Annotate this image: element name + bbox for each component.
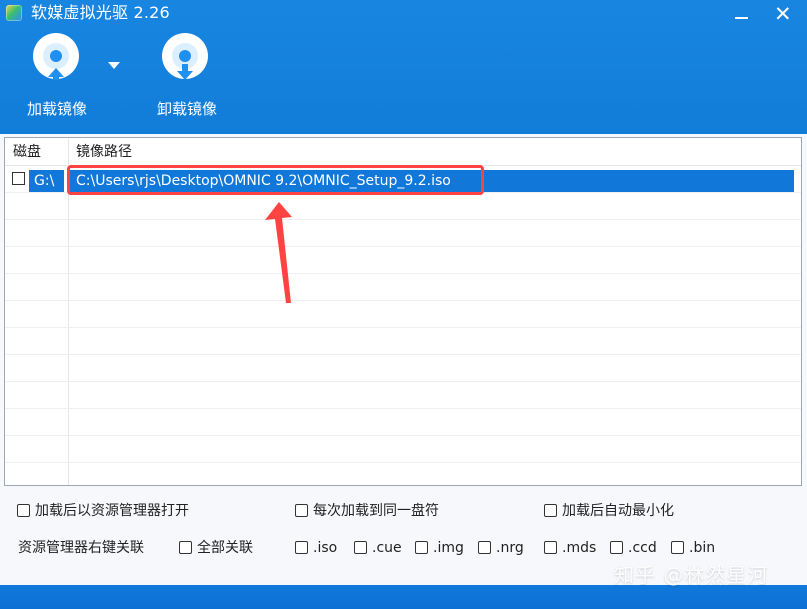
checkbox[interactable]: [17, 504, 30, 517]
close-button[interactable]: ✕: [765, 0, 799, 30]
file-type-label: .mds: [562, 540, 597, 556]
row-divider: [5, 408, 801, 409]
checkbox[interactable]: [544, 504, 557, 517]
file-type-label: .ccd: [628, 540, 657, 556]
row-divider: [5, 327, 801, 328]
virtual-drive-window: 软媒虚拟光驱 2.26 ✕ 加载镜像 卸载镜像 磁盘 镜像路径 G:\ C:\U…: [0, 0, 807, 609]
option-label: 全部关联: [197, 540, 253, 556]
app-logo-icon: [6, 5, 22, 21]
disc-down-icon: [162, 33, 208, 80]
triangle-down-icon[interactable]: [108, 62, 120, 69]
load-image-label: 加载镜像: [27, 100, 88, 118]
minimize-button[interactable]: [724, 0, 758, 30]
checkbox[interactable]: [671, 541, 684, 554]
checkbox[interactable]: [354, 541, 367, 554]
option-label: 加载后自动最小化: [562, 503, 674, 519]
explorer-context-label: 资源管理器右键关联: [18, 540, 144, 556]
drive-cell[interactable]: G:\: [29, 170, 64, 192]
checkbox[interactable]: [610, 541, 623, 554]
option-label: 加载后以资源管理器打开: [35, 503, 189, 519]
row-divider: [5, 300, 801, 301]
file-type-label: .img: [433, 540, 464, 556]
file-type-label: .iso: [313, 540, 338, 556]
disk-column-header: 磁盘: [13, 144, 41, 160]
checkbox[interactable]: [179, 541, 192, 554]
bottom-blue-bar: [0, 585, 807, 609]
load-image-button[interactable]: 加载镜像: [20, 31, 120, 131]
image-path-cell[interactable]: C:\Users\rjs\Desktop\OMNIC 9.2\OMNIC_Set…: [69, 170, 794, 192]
row-divider: [5, 273, 801, 274]
row-divider: [5, 435, 801, 436]
row-divider: [5, 219, 801, 220]
close-icon: ✕: [774, 2, 792, 26]
checkbox[interactable]: [478, 541, 491, 554]
checkbox[interactable]: [295, 504, 308, 517]
checkbox[interactable]: [295, 541, 308, 554]
row-divider: [5, 354, 801, 355]
disc-up-icon: [33, 33, 79, 80]
row-divider: [5, 192, 801, 193]
file-type-label: .cue: [372, 540, 402, 556]
file-type-label: .nrg: [496, 540, 524, 556]
option-label: 每次加载到同一盘符: [313, 503, 439, 519]
row-divider: [5, 462, 801, 463]
unload-image-button[interactable]: 卸载镜像: [151, 31, 251, 131]
path-column-header: 镜像路径: [76, 144, 132, 160]
list-header: 磁盘 镜像路径: [5, 138, 801, 166]
mounted-images-list[interactable]: 磁盘 镜像路径 G:\ C:\Users\rjs\Desktop\OMNIC 9…: [4, 137, 802, 486]
table-row[interactable]: G:\ C:\Users\rjs\Desktop\OMNIC 9.2\OMNIC…: [5, 166, 801, 192]
row-divider: [5, 381, 801, 382]
checkbox[interactable]: [415, 541, 428, 554]
row-checkbox[interactable]: [12, 172, 25, 185]
file-type-label: .bin: [689, 540, 716, 556]
row-divider: [5, 246, 801, 247]
title-and-toolbar: 软媒虚拟光驱 2.26 ✕ 加载镜像 卸载镜像: [0, 0, 807, 134]
watermark: 知乎 @林然星河: [614, 563, 769, 587]
unload-image-label: 卸载镜像: [157, 100, 218, 118]
checkbox[interactable]: [544, 541, 557, 554]
window-title: 软媒虚拟光驱 2.26: [31, 3, 170, 22]
